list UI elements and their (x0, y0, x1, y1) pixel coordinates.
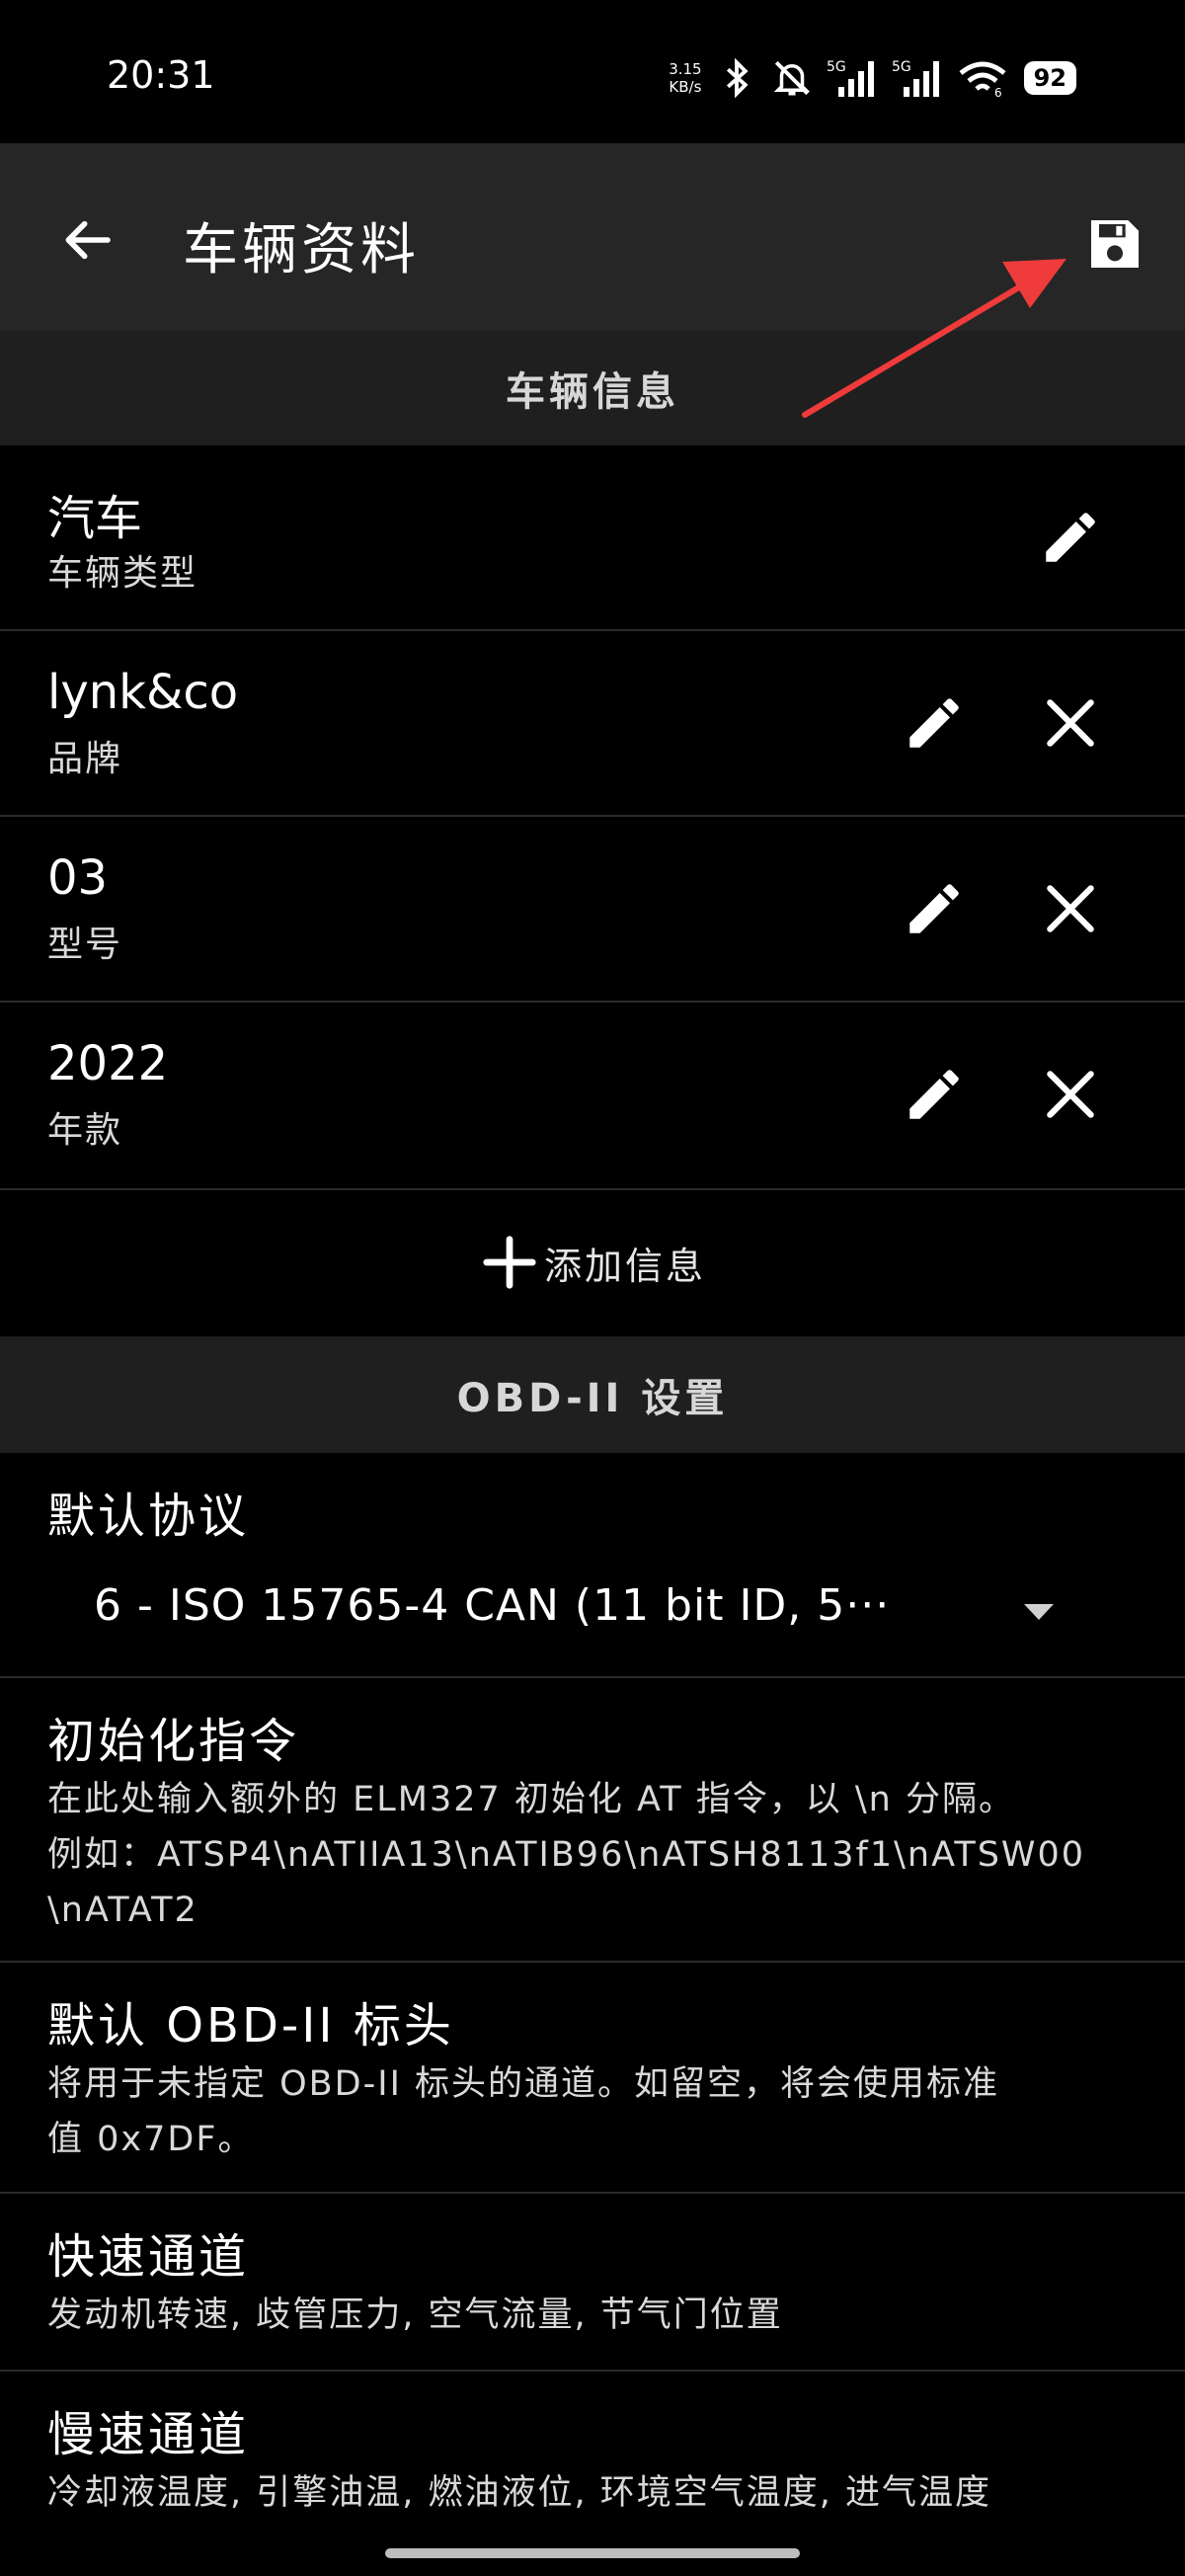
status-icons: 3.15 KB/s 5G 5G 6 92 (669, 53, 1076, 103)
init-commands-description: 在此处输入额外的 ELM327 初始化 AT 指令，以 \n 分隔。 例如：AT… (47, 1780, 1086, 1930)
page-title: 车辆资料 (183, 218, 420, 282)
default-obd-header-title: 默认 OBD-II 标头 (47, 1998, 454, 2053)
close-icon (1047, 1071, 1094, 1118)
vehicle-type-value: 汽车 (47, 491, 143, 546)
model-value: 03 (47, 850, 109, 906)
app-bar: 车辆资料 (0, 143, 1185, 331)
battery-indicator: 92 (1023, 61, 1076, 95)
model-label: 型号 (47, 925, 123, 965)
year-label: 年款 (47, 1110, 123, 1151)
svg-text:5G: 5G (827, 59, 846, 75)
default-protocol-title: 默认协议 (47, 1489, 250, 1544)
plus-icon (483, 1236, 536, 1289)
close-icon (1047, 699, 1094, 747)
delete-year-button[interactable] (1029, 1053, 1112, 1136)
brand-label: 品牌 (47, 739, 123, 779)
svg-text:6: 6 (994, 86, 1002, 99)
vehicle-info-row-year: 2022 年款 (0, 1003, 1185, 1190)
dropdown-caret-icon (1024, 1604, 1054, 1620)
fast-channels-setting[interactable]: 快速通道 发动机转速, 歧管压力, 空气流量, 节气门位置 (0, 2194, 1185, 2372)
vehicle-type-label: 车辆类型 (47, 553, 198, 594)
net-speed: 3.15 KB/s (669, 60, 702, 96)
delete-model-button[interactable] (1029, 867, 1112, 950)
add-info-button[interactable]: 添加信息 (0, 1190, 1185, 1334)
slow-channels-setting[interactable]: 慢速通道 冷却液温度, 引擎油温, 燃油液位, 环境空气温度, 进气温度 (0, 2372, 1185, 2576)
slow-channels-description: 冷却液温度, 引擎油温, 燃油液位, 环境空气温度, 进气温度 (47, 2473, 992, 2513)
add-info-label: 添加信息 (543, 1244, 706, 1288)
vehicle-info-row-brand: lynk&co 品牌 (0, 631, 1185, 817)
init-commands-title: 初始化指令 (47, 1714, 300, 1769)
vehicle-info-row-model: 03 型号 (0, 817, 1185, 1003)
back-button[interactable] (51, 204, 122, 276)
default-obd-header-setting[interactable]: 默认 OBD-II 标头 将用于未指定 OBD-II 标头的通道。如留空，将会使… (0, 1963, 1185, 2194)
status-bar: 20:31 3.15 KB/s 5G 5G 6 92 (0, 0, 1185, 143)
vehicle-info-row-type: 汽车 车辆类型 (0, 445, 1185, 631)
edit-model-button[interactable] (893, 867, 976, 950)
status-time: 20:31 (107, 53, 215, 97)
cellular-signal-icon-2: 5G (892, 59, 939, 97)
pencil-icon (909, 1070, 959, 1119)
pencil-icon (909, 698, 959, 748)
bell-muted-icon (773, 60, 810, 96)
close-icon (1047, 885, 1094, 932)
cellular-signal-icon: 5G (827, 59, 874, 97)
bluetooth-icon (726, 57, 749, 99)
slow-channels-title: 慢速通道 (47, 2407, 250, 2462)
pencil-icon (1046, 513, 1095, 562)
wifi-icon: 6 (959, 61, 1006, 99)
default-obd-header-description: 将用于未指定 OBD-II 标头的通道。如留空，将会使用标准 值 0x7DF。 (47, 2064, 1000, 2159)
pencil-icon (909, 884, 959, 933)
save-button[interactable] (1071, 201, 1158, 287)
floppy-disk-icon (1091, 220, 1139, 268)
year-value: 2022 (47, 1036, 169, 1091)
section-header-obd-settings: OBD-II 设置 (0, 1336, 1185, 1453)
edit-brand-button[interactable] (893, 682, 976, 765)
svg-text:5G: 5G (892, 59, 911, 75)
arrow-left-icon (65, 220, 111, 260)
init-commands-setting[interactable]: 初始化指令 在此处输入额外的 ELM327 初始化 AT 指令，以 \n 分隔。… (0, 1678, 1185, 1963)
edit-type-button[interactable] (1029, 496, 1112, 579)
delete-brand-button[interactable] (1029, 682, 1112, 765)
fast-channels-title: 快速通道 (47, 2229, 250, 2285)
home-indicator[interactable] (385, 2548, 800, 2558)
protocol-dropdown[interactable]: 6 - ISO 15765-4 CAN (11 bit ID, 5··· (94, 1580, 1091, 1655)
brand-value: lynk&co (47, 665, 239, 720)
edit-year-button[interactable] (893, 1053, 976, 1136)
section-header-vehicle-info: 车辆信息 (0, 331, 1185, 445)
protocol-selected-value: 6 - ISO 15765-4 CAN (11 bit ID, 5··· (94, 1580, 891, 1631)
fast-channels-description: 发动机转速, 歧管压力, 空气流量, 节气门位置 (47, 2295, 783, 2335)
